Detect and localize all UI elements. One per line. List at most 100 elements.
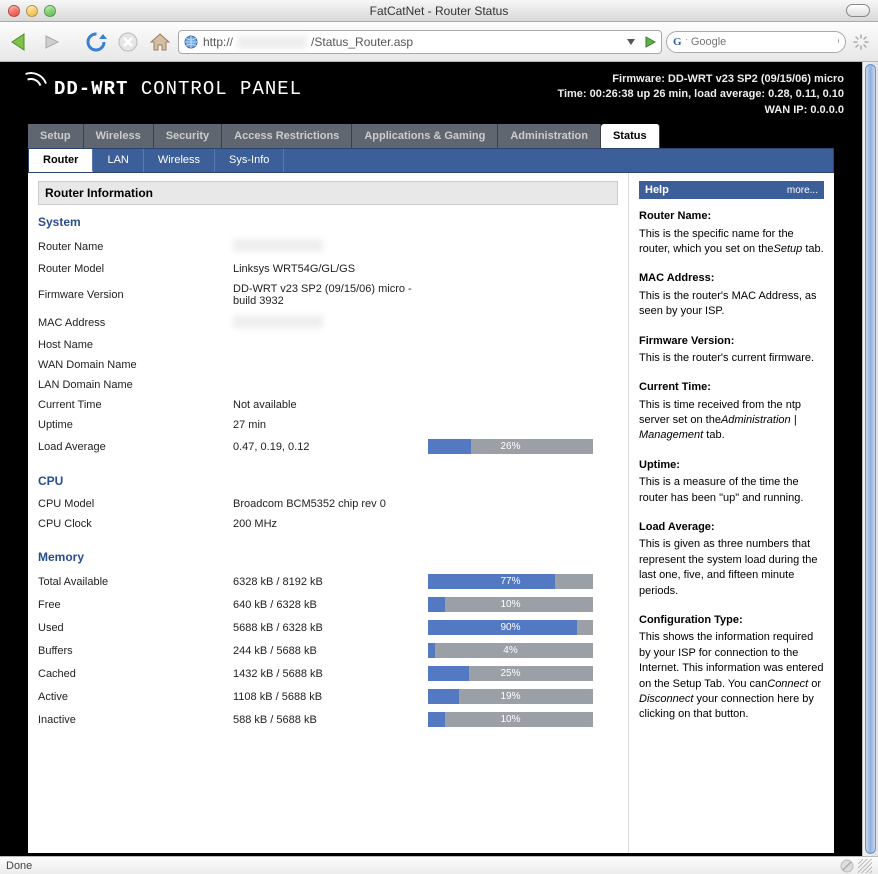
info-row: Active1108 kB / 5688 kB19% bbox=[38, 685, 618, 708]
row-label: CPU Model bbox=[38, 498, 233, 510]
usage-bar: 4% bbox=[428, 643, 593, 658]
address-bar[interactable]: http:// bbox=[178, 30, 662, 54]
throbber-icon bbox=[850, 28, 872, 56]
info-row: Host Name bbox=[38, 335, 618, 355]
subtab-sys-info[interactable]: Sys-Info bbox=[215, 149, 284, 172]
row-value: 640 kB / 6328 kB bbox=[233, 599, 428, 611]
status-text: Done bbox=[6, 860, 32, 872]
section-legend: CPU bbox=[38, 474, 63, 494]
subtab-router[interactable]: Router bbox=[29, 149, 93, 172]
info-row: Used5688 kB / 6328 kB90% bbox=[38, 616, 618, 639]
help-item: MAC Address:This is the router's MAC Add… bbox=[639, 271, 824, 319]
tab-status[interactable]: Status bbox=[601, 124, 660, 148]
info-row: LAN Domain Name bbox=[38, 375, 618, 395]
resize-handle[interactable] bbox=[858, 859, 872, 873]
row-label: Buffers bbox=[38, 645, 233, 657]
info-row: Total Available6328 kB / 8192 kB77% bbox=[38, 570, 618, 593]
info-row: Cached1432 kB / 5688 kB25% bbox=[38, 662, 618, 685]
usage-bar: 26% bbox=[428, 439, 593, 454]
search-input[interactable] bbox=[691, 36, 833, 48]
info-row: Inactive588 kB / 5688 kB10% bbox=[38, 708, 618, 731]
info-row: Firmware VersionDD-WRT v23 SP2 (09/15/06… bbox=[38, 279, 618, 311]
page-title: Router Information bbox=[38, 181, 618, 205]
row-value bbox=[233, 239, 428, 255]
row-value: 27 min bbox=[233, 419, 428, 431]
help-item: Current Time:This is time received from … bbox=[639, 380, 824, 444]
header-info: Firmware: DD-WRT v23 SP2 (09/15/06) micr… bbox=[557, 72, 844, 118]
url-history-dropdown[interactable] bbox=[623, 34, 639, 50]
usage-bar: 19% bbox=[428, 689, 593, 704]
row-value: 244 kB / 5688 kB bbox=[233, 645, 428, 657]
usage-bar: 10% bbox=[428, 712, 593, 727]
stop-button[interactable] bbox=[114, 28, 142, 56]
row-label: Firmware Version bbox=[38, 289, 233, 301]
reload-button[interactable] bbox=[82, 28, 110, 56]
info-row: Uptime27 min bbox=[38, 415, 618, 435]
row-label: Inactive bbox=[38, 714, 233, 726]
row-value: Not available bbox=[233, 399, 428, 411]
toolbar-toggle-button[interactable] bbox=[846, 4, 870, 17]
security-off-icon bbox=[840, 859, 854, 873]
row-label: Total Available bbox=[38, 576, 233, 588]
forward-button[interactable] bbox=[38, 28, 66, 56]
ddwrt-logo: DD-WRT CONTROL PANEL bbox=[14, 72, 302, 106]
info-row: Free640 kB / 6328 kB10% bbox=[38, 593, 618, 616]
row-label: CPU Clock bbox=[38, 518, 233, 530]
tab-applications-gaming[interactable]: Applications & Gaming bbox=[352, 124, 498, 148]
tab-access-restrictions[interactable]: Access Restrictions bbox=[222, 124, 352, 148]
tab-administration[interactable]: Administration bbox=[498, 124, 601, 148]
row-label: MAC Address bbox=[38, 317, 233, 329]
row-label: Cached bbox=[38, 668, 233, 680]
subtab-lan[interactable]: LAN bbox=[93, 149, 143, 172]
help-item: Configuration Type:This shows the inform… bbox=[639, 613, 824, 723]
help-more-link[interactable]: more... bbox=[787, 185, 818, 196]
info-row: WAN Domain Name bbox=[38, 355, 618, 375]
wanip-line: WAN IP: 0.0.0.0 bbox=[557, 103, 844, 118]
row-value: 200 MHz bbox=[233, 518, 428, 530]
help-item: Uptime:This is a measure of the time the… bbox=[639, 458, 824, 506]
info-row: Router ModelLinksys WRT54G/GL/GS bbox=[38, 259, 618, 279]
vertical-scrollbar[interactable] bbox=[862, 62, 878, 856]
main-panel: Router Information SystemRouter NameRout… bbox=[28, 173, 629, 853]
url-host-redacted bbox=[237, 35, 307, 49]
go-button[interactable] bbox=[643, 35, 657, 49]
row-value: DD-WRT v23 SP2 (09/15/06) micro - build … bbox=[233, 283, 428, 307]
tab-wireless[interactable]: Wireless bbox=[84, 124, 154, 148]
search-icon[interactable] bbox=[837, 35, 839, 49]
browser-toolbar: http:// G bbox=[0, 22, 878, 62]
section-memory: MemoryTotal Available6328 kB / 8192 kB77… bbox=[38, 550, 618, 731]
sub-tabs: RouterLANWirelessSys-Info bbox=[28, 148, 834, 173]
section-legend: Memory bbox=[38, 550, 84, 570]
row-label: LAN Domain Name bbox=[38, 379, 233, 391]
search-engine-dropdown[interactable] bbox=[686, 38, 687, 46]
section-legend: System bbox=[38, 215, 81, 235]
tab-setup[interactable]: Setup bbox=[28, 124, 84, 148]
row-label: Load Average bbox=[38, 441, 233, 453]
tab-security[interactable]: Security bbox=[154, 124, 222, 148]
help-title: Help bbox=[645, 184, 669, 196]
scrollbar-thumb[interactable] bbox=[865, 64, 876, 854]
window-titlebar: FatCatNet - Router Status bbox=[0, 0, 878, 22]
page-content: DD-WRT CONTROL PANEL Firmware: DD-WRT v2… bbox=[0, 62, 862, 856]
row-value: 588 kB / 5688 kB bbox=[233, 714, 428, 726]
help-item: Load Average:This is given as three numb… bbox=[639, 520, 824, 599]
row-label: Active bbox=[38, 691, 233, 703]
help-item: Firmware Version:This is the router's cu… bbox=[639, 334, 824, 367]
row-label: Router Model bbox=[38, 263, 233, 275]
home-button[interactable] bbox=[146, 28, 174, 56]
row-value: 0.47, 0.19, 0.12 bbox=[233, 441, 428, 453]
firmware-line: Firmware: DD-WRT v23 SP2 (09/15/06) micr… bbox=[557, 72, 844, 87]
row-label: Host Name bbox=[38, 339, 233, 351]
row-label: Free bbox=[38, 599, 233, 611]
row-label: Used bbox=[38, 622, 233, 634]
window-title: FatCatNet - Router Status bbox=[0, 4, 878, 18]
search-bar[interactable]: G bbox=[666, 31, 846, 53]
url-path-input[interactable] bbox=[311, 35, 619, 49]
back-button[interactable] bbox=[6, 28, 34, 56]
subtab-wireless[interactable]: Wireless bbox=[144, 149, 215, 172]
row-value: 6328 kB / 8192 kB bbox=[233, 576, 428, 588]
usage-bar: 10% bbox=[428, 597, 593, 612]
help-panel: Help more... Router Name:This is the spe… bbox=[629, 173, 834, 853]
info-row: Buffers244 kB / 5688 kB4% bbox=[38, 639, 618, 662]
info-row: MAC Address bbox=[38, 311, 618, 335]
